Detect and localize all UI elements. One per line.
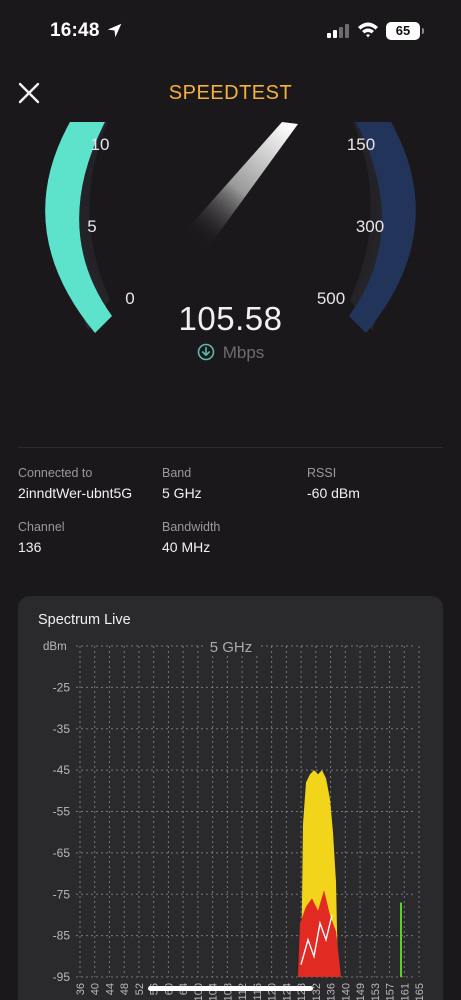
speed-unit-label: Mbps (222, 343, 265, 362)
wifi-icon (358, 22, 378, 38)
spectrum-x-tick: 157 (385, 983, 397, 1000)
gauge-tick-left-2: 5 (87, 217, 96, 236)
spectrum-y-tick: -55 (53, 805, 71, 819)
bandwidth-label: Bandwidth (162, 520, 221, 534)
spectrum-y-tick: -35 (53, 722, 71, 736)
gauge-tick-right-2: 300 (356, 217, 384, 236)
channel-value: 136 (18, 539, 42, 555)
spectrum-y-tick: -25 (53, 680, 71, 694)
spectrum-y-tick: -65 (53, 846, 71, 860)
spectrum-x-tick: 48 (119, 983, 131, 995)
spectrum-x-tick: 52 (134, 983, 146, 995)
info-connected-to: Connected to 2inndtWer-ubnt5G (18, 466, 132, 501)
gauge-needle (188, 122, 298, 245)
spectrum-x-tick: 161 (399, 983, 411, 1000)
battery-indicator: 65 (386, 22, 424, 40)
spectrum-band-label: 5 GHz (210, 639, 253, 656)
spectrum-x-tick: 149 (355, 983, 367, 1000)
spectrum-x-tick: 40 (90, 983, 102, 995)
info-band: Band 5 GHz (162, 466, 202, 501)
spectrum-y-tick: -85 (53, 929, 71, 943)
connected-to-value: 2inndtWer-ubnt5G (18, 485, 133, 501)
location-arrow-icon (107, 23, 122, 38)
spectrum-y-tick: -45 (53, 763, 71, 777)
rssi-label: RSSI (307, 466, 337, 480)
band-label: Band (162, 466, 192, 480)
info-bandwidth: Bandwidth 40 MHz (162, 520, 220, 555)
header: SPEEDTEST (0, 70, 461, 118)
bandwidth-value: 40 MHz (162, 539, 211, 555)
info-rssi: RSSI -60 dBm (307, 466, 360, 501)
spectrum-chart: dBm -25 -35 -45 -55 -65 -75 -85 -95 5 GHz 36 40 44 48… (43, 637, 426, 1000)
spectrum-x-tick: 132 (311, 983, 323, 1000)
spectrum-x-tick: 165 (414, 983, 426, 1000)
spectrum-y-tick: -95 (53, 970, 71, 984)
speed-unit: Mbps (0, 343, 461, 363)
spectrum-card: Spectrum Live dBm -25 -35 -45 -55 -65 -75 -85 -9… (18, 596, 443, 1000)
channel-label: Channel (18, 520, 65, 534)
gauge-tick-left-1: 10 (91, 135, 110, 154)
cellular-signal-icon (327, 24, 349, 38)
spectrum-x-tick: 36 (75, 983, 87, 995)
spectrum-y-tick: -75 (53, 887, 71, 901)
status-time: 16:48 (50, 20, 100, 41)
speed-value: 105.58 (178, 300, 283, 337)
gauge-tick-right-1: 150 (347, 135, 375, 154)
band-value: 5 GHz (162, 485, 202, 501)
speed-gauge: 10 5 0 150 300 500 (45, 122, 416, 333)
spectrum-y-unit: dBm (43, 641, 67, 653)
spectrum-x-tick: 153 (370, 983, 382, 1000)
home-indicator (148, 986, 313, 991)
download-icon (197, 343, 215, 361)
divider (18, 447, 443, 448)
connected-to-label: Connected to (18, 466, 93, 480)
page-title: SPEEDTEST (168, 82, 293, 104)
spectrum-x-tick: 44 (104, 983, 116, 995)
status-bar: 16:48 65 (0, 0, 461, 62)
info-channel: Channel 136 (18, 520, 65, 555)
rssi-value: -60 dBm (307, 485, 360, 501)
spectrum-x-tick: 136 (326, 983, 338, 1000)
spectrum-x-tick: 140 (340, 983, 352, 1000)
